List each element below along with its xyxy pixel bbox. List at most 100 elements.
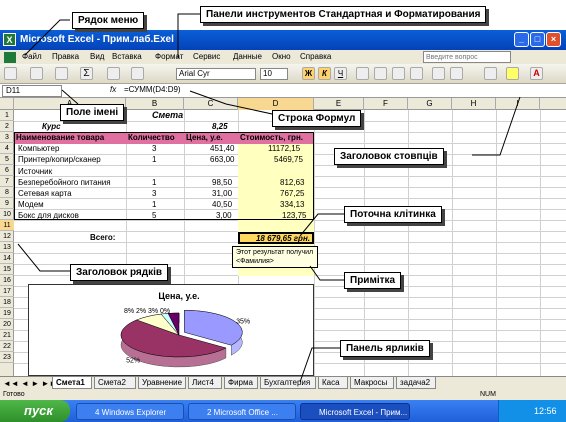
item-price[interactable]: 31,00 xyxy=(210,188,234,199)
column-header-f[interactable]: F xyxy=(364,98,408,110)
header-cost[interactable]: Стоимость, грн. xyxy=(238,132,314,143)
font-size-select[interactable]: 10 xyxy=(260,68,288,80)
current-cell[interactable]: 18 679,65 грн. xyxy=(238,232,314,244)
item-cost[interactable]: 123,75 xyxy=(280,210,308,221)
row-header-18[interactable]: 18 xyxy=(0,297,14,308)
row-header-2[interactable]: 2 xyxy=(0,121,14,132)
header-qty[interactable]: Количество xyxy=(126,132,184,143)
rate-value[interactable]: 8,25 xyxy=(210,121,230,132)
minimize-button[interactable]: _ xyxy=(514,32,529,47)
row-header-19[interactable]: 19 xyxy=(0,308,14,319)
item-cost[interactable]: 5469,75 xyxy=(272,154,305,165)
close-button[interactable]: × xyxy=(546,32,561,47)
maximize-button[interactable]: □ xyxy=(530,32,545,47)
row-header-15[interactable]: 15 xyxy=(0,264,14,275)
row-header-1[interactable]: 1 xyxy=(0,110,14,121)
header-name[interactable]: Наименование товара xyxy=(14,132,126,143)
percent-icon[interactable] xyxy=(450,67,463,80)
item-name[interactable]: Принтер/копир/сканер xyxy=(16,154,126,165)
tab-scroll-arrows-icon[interactable]: ◄◄ ◄ ► ►► xyxy=(3,379,57,388)
item-name[interactable]: Сетевая карта xyxy=(16,188,126,199)
row-header-6[interactable]: 6 xyxy=(0,165,14,176)
undo-icon[interactable] xyxy=(30,67,43,80)
row-header-10[interactable]: 10 xyxy=(0,209,14,220)
item-name[interactable]: Безперебойного питания xyxy=(16,177,126,188)
currency-icon[interactable] xyxy=(432,67,445,80)
menu-file[interactable]: Файл xyxy=(22,52,42,61)
sheet-tab[interactable]: Фирма xyxy=(224,377,258,389)
sheet-tab[interactable]: Смета1 xyxy=(52,377,92,389)
merge-icon[interactable] xyxy=(410,67,423,80)
item-price[interactable]: 663,00 xyxy=(208,154,236,165)
sheet-tab[interactable]: Каса xyxy=(318,377,348,389)
align-right-icon[interactable] xyxy=(392,67,405,80)
underline-button[interactable]: Ч xyxy=(334,67,347,80)
row-header-22[interactable]: 22 xyxy=(0,341,14,352)
row-header-7[interactable]: 7 xyxy=(0,176,14,187)
row-header-21[interactable]: 21 xyxy=(0,330,14,341)
row-header-23[interactable]: 23 xyxy=(0,352,14,363)
task-excel[interactable]: Microsoft Excel - Прим... xyxy=(300,403,410,420)
rate-label[interactable]: Курс xyxy=(40,121,63,132)
menu-view[interactable]: Вид xyxy=(90,52,104,61)
chart-area[interactable]: Цена, у.е. 35% 52% 8% 2% 3% 0% xyxy=(28,284,314,376)
menu-format[interactable]: Формат xyxy=(155,52,183,61)
column-header-b[interactable]: B xyxy=(126,98,184,110)
item-price[interactable]: 40,50 xyxy=(210,199,234,210)
sheet-title[interactable]: Смета xyxy=(150,110,185,121)
item-qty[interactable]: 1 xyxy=(150,199,158,210)
item-name[interactable]: Источник xyxy=(16,166,126,177)
task-office[interactable]: 2 Microsoft Office ... xyxy=(188,403,296,420)
row-header-4[interactable]: 4 xyxy=(0,143,14,154)
column-header-h[interactable]: H xyxy=(452,98,496,110)
menu-insert[interactable]: Вставка xyxy=(112,52,142,61)
menu-edit[interactable]: Правка xyxy=(52,52,79,61)
bold-button[interactable]: Ж xyxy=(302,67,315,80)
row-header-11[interactable]: 11 xyxy=(0,220,14,231)
row-header-20[interactable]: 20 xyxy=(0,319,14,330)
sheet-tab[interactable]: Смета2 xyxy=(94,377,136,389)
name-box[interactable]: D11 xyxy=(2,85,62,97)
redo-icon[interactable] xyxy=(55,67,68,80)
column-header-d[interactable]: D xyxy=(238,98,314,110)
column-header-g[interactable]: G xyxy=(408,98,452,110)
menu-service[interactable]: Сервис xyxy=(193,52,220,61)
sort-icon[interactable] xyxy=(107,67,120,80)
item-cost[interactable]: 767,25 xyxy=(278,188,306,199)
row-header-16[interactable]: 16 xyxy=(0,275,14,286)
select-all-corner[interactable] xyxy=(0,98,14,110)
row-header-12[interactable]: 12 xyxy=(0,231,14,242)
borders-icon[interactable] xyxy=(484,67,497,80)
italic-button[interactable]: К xyxy=(318,67,331,80)
item-price[interactable]: 3,00 xyxy=(214,210,234,221)
start-button[interactable]: пуск xyxy=(0,400,70,422)
sheet-tab[interactable]: Уравнение xyxy=(138,377,186,389)
sheet-tab[interactable]: задача2 xyxy=(396,377,436,389)
item-price[interactable]: 98,50 xyxy=(210,177,234,188)
column-header-e[interactable]: E xyxy=(314,98,364,110)
item-qty[interactable]: 3 xyxy=(150,143,158,154)
align-left-icon[interactable] xyxy=(356,67,369,80)
align-center-icon[interactable] xyxy=(374,67,387,80)
item-qty[interactable]: 1 xyxy=(150,177,158,188)
chart-wizard-icon[interactable] xyxy=(131,67,144,80)
item-name[interactable]: Модем xyxy=(16,199,126,210)
menu-window[interactable]: Окно xyxy=(272,52,291,61)
item-cost[interactable]: 812,63 xyxy=(278,177,306,188)
formula-input[interactable]: =СУММ(D4:D9) xyxy=(124,85,181,94)
item-cost[interactable]: 334,13 xyxy=(278,199,306,210)
row-header-3[interactable]: 3 xyxy=(0,132,14,143)
item-name[interactable]: Компьютер xyxy=(16,143,126,154)
task-explorer[interactable]: 4 Windows Explorer xyxy=(76,403,184,420)
item-qty[interactable]: 5 xyxy=(150,210,158,221)
item-cost[interactable]: 11172,15 xyxy=(266,143,302,154)
item-qty[interactable]: 3 xyxy=(150,188,158,199)
sheet-tab[interactable]: Макросы xyxy=(350,377,394,389)
fill-color-icon[interactable] xyxy=(506,67,519,80)
menu-help[interactable]: Справка xyxy=(300,52,331,61)
item-price[interactable]: 451,40 xyxy=(208,143,236,154)
total-label[interactable]: Всего: xyxy=(88,232,117,243)
font-color-icon[interactable]: A xyxy=(530,67,543,80)
fx-icon[interactable]: fx xyxy=(110,85,116,94)
row-header-13[interactable]: 13 xyxy=(0,242,14,253)
